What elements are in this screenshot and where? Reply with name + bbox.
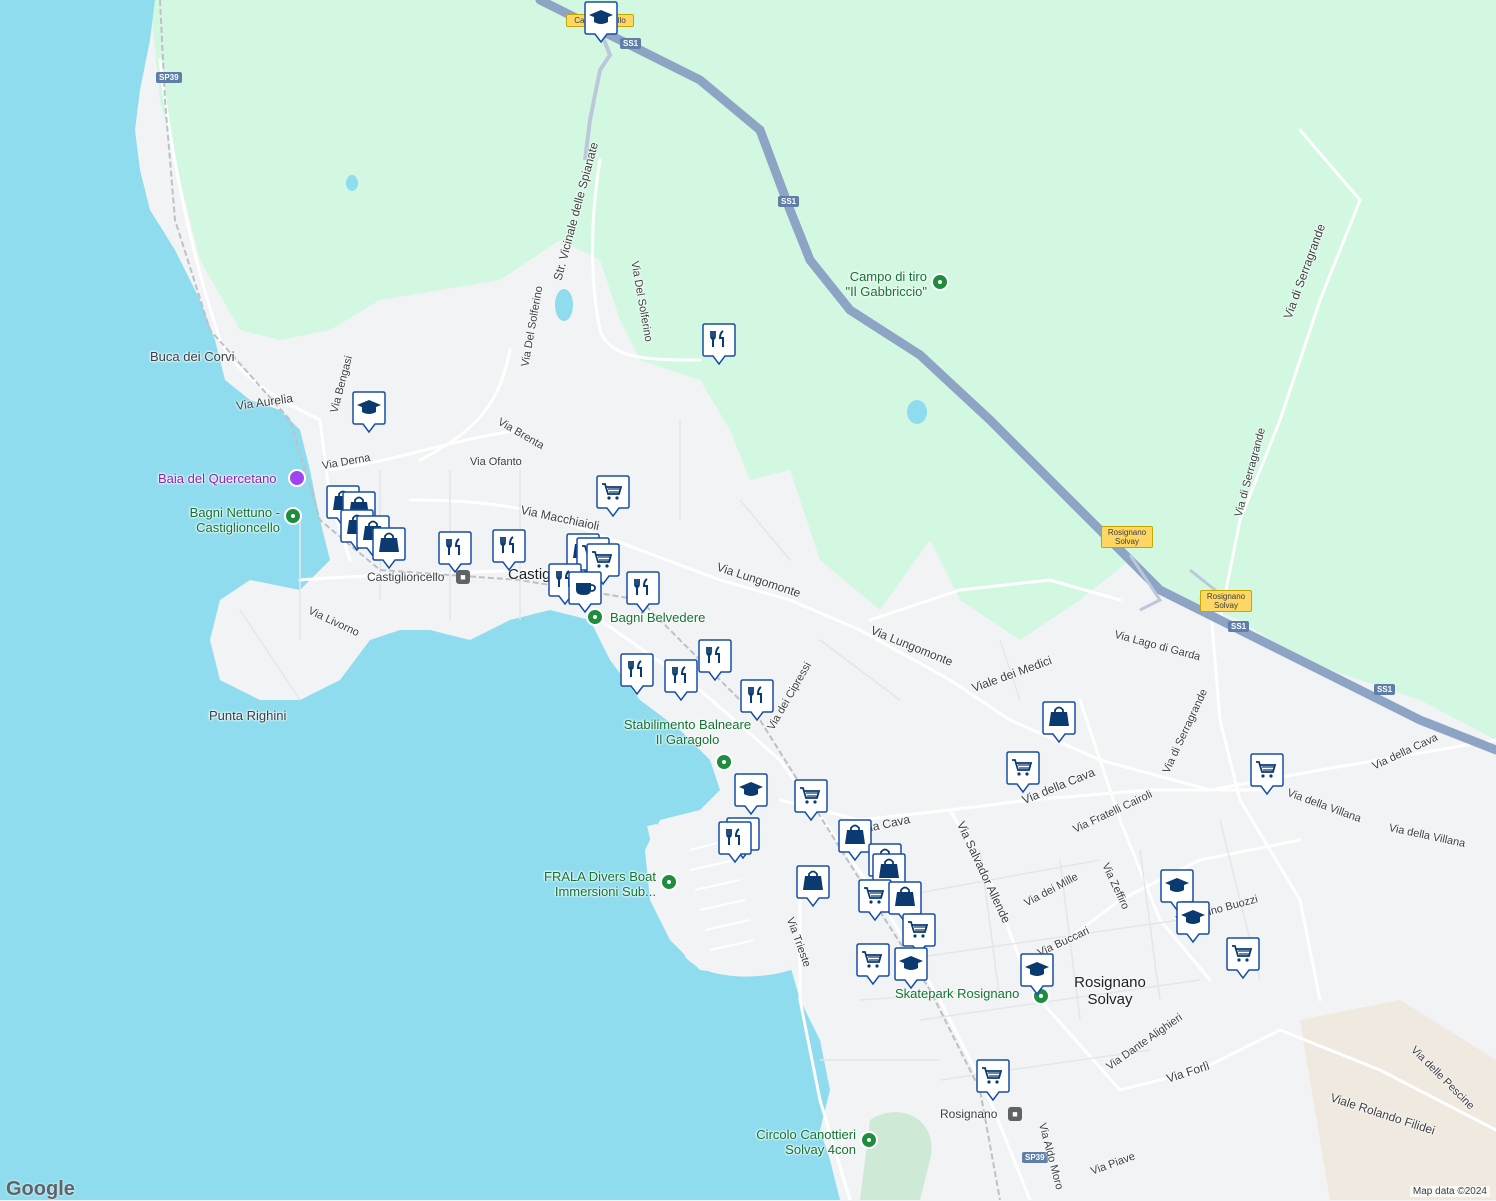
place-label: Punta Righini <box>209 708 287 723</box>
grocery-icon <box>858 879 892 922</box>
school-marker[interactable] <box>1176 900 1210 944</box>
grocery-icon <box>596 475 630 518</box>
map-attribution: Map data ©2024 <box>1409 1186 1490 1197</box>
town-label: Rosignano Solvay <box>1074 974 1146 1008</box>
grocery-marker[interactable] <box>596 474 630 518</box>
school-marker[interactable] <box>734 772 768 816</box>
restaurant-marker[interactable] <box>702 322 736 366</box>
shopping-icon <box>838 819 872 862</box>
school-icon <box>894 947 928 990</box>
camera-icon[interactable] <box>288 469 306 487</box>
green-poi-icon[interactable] <box>660 873 678 891</box>
grocery-icon <box>1226 937 1260 980</box>
restaurant-marker[interactable] <box>718 820 752 864</box>
school-icon <box>584 1 618 44</box>
grocery-icon <box>976 1059 1010 1102</box>
place-label[interactable]: Campo di tiro "Il Gabbriccio" <box>835 269 927 299</box>
exit-label: Rosignano Solvay <box>1101 526 1153 548</box>
place-label[interactable]: Bagni Nettuno - Castiglioncello <box>160 505 280 535</box>
place-label[interactable]: Circolo Canottieri Solvay 4con <box>738 1127 856 1157</box>
restaurant-icon <box>698 639 732 682</box>
restaurant-marker[interactable] <box>740 678 774 722</box>
restaurant-marker[interactable] <box>620 652 654 696</box>
train-station-icon[interactable]: ■ <box>1008 1107 1022 1121</box>
exit-label: Rosignano Solvay <box>1200 590 1252 612</box>
restaurant-marker[interactable] <box>626 570 660 614</box>
restaurant-icon <box>492 529 526 572</box>
road-shield-ss1: SS1 <box>778 196 800 207</box>
green-poi-icon[interactable] <box>284 507 302 525</box>
restaurant-icon <box>718 821 752 864</box>
shopping-marker[interactable] <box>372 526 406 570</box>
station-label: Rosignano <box>940 1107 998 1121</box>
restaurant-marker[interactable] <box>438 530 472 574</box>
road-shield-sp39: SP39 <box>156 72 182 83</box>
shopping-icon <box>1042 701 1076 744</box>
grocery-marker[interactable] <box>976 1058 1010 1102</box>
school-marker[interactable] <box>1020 952 1054 996</box>
restaurant-marker[interactable] <box>664 658 698 702</box>
restaurant-icon <box>620 653 654 696</box>
road-shield-ss1: SS1 <box>1228 621 1250 632</box>
restaurant-icon <box>438 531 472 574</box>
place-label[interactable]: FRALA Divers Boat Immersioni Sub... <box>530 869 656 899</box>
map-canvas[interactable] <box>0 0 1496 1200</box>
grocery-icon <box>794 779 828 822</box>
shopping-marker[interactable] <box>796 864 830 908</box>
shopping-marker[interactable] <box>1042 700 1076 744</box>
grocery-marker[interactable] <box>858 878 892 922</box>
grocery-marker[interactable] <box>1226 936 1260 980</box>
grocery-marker[interactable] <box>856 942 890 986</box>
grocery-icon <box>856 943 890 986</box>
grocery-marker[interactable] <box>1250 752 1284 796</box>
restaurant-icon <box>740 679 774 722</box>
place-label[interactable]: Baia del Quercetano <box>158 471 277 486</box>
school-marker[interactable] <box>352 390 386 434</box>
restaurant-icon <box>664 659 698 702</box>
school-marker[interactable] <box>894 946 928 990</box>
street-label: Via Ofanto <box>470 456 522 468</box>
place-label[interactable]: Stabilimento Balneare Il Garagolo <box>620 717 755 747</box>
restaurant-marker[interactable] <box>698 638 732 682</box>
shopping-icon <box>372 527 406 570</box>
grocery-icon <box>1006 751 1040 794</box>
place-label: Buca dei Corvi <box>150 349 235 364</box>
school-icon <box>1176 901 1210 944</box>
school-icon <box>1020 953 1054 996</box>
school-icon <box>734 773 768 816</box>
green-poi-icon[interactable] <box>860 1131 878 1149</box>
cafe-marker[interactable] <box>568 570 602 614</box>
green-poi-icon[interactable] <box>715 753 733 771</box>
green-park <box>860 1112 932 1200</box>
restaurant-marker[interactable] <box>492 528 526 572</box>
road-shield-ss1: SS1 <box>620 38 642 49</box>
restaurant-icon <box>626 571 660 614</box>
school-marker[interactable] <box>584 0 618 44</box>
grocery-marker[interactable] <box>1006 750 1040 794</box>
shopping-marker[interactable] <box>838 818 872 862</box>
shopping-icon <box>796 865 830 908</box>
school-icon <box>352 391 386 434</box>
google-logo: Google <box>6 1178 75 1200</box>
restaurant-icon <box>702 323 736 366</box>
road-shield-ss1: SS1 <box>1374 684 1396 695</box>
grocery-marker[interactable] <box>794 778 828 822</box>
cafe-icon <box>568 571 602 614</box>
green-poi-icon[interactable] <box>931 273 949 291</box>
grocery-icon <box>1250 753 1284 796</box>
station-label: Castiglioncello <box>367 570 445 584</box>
